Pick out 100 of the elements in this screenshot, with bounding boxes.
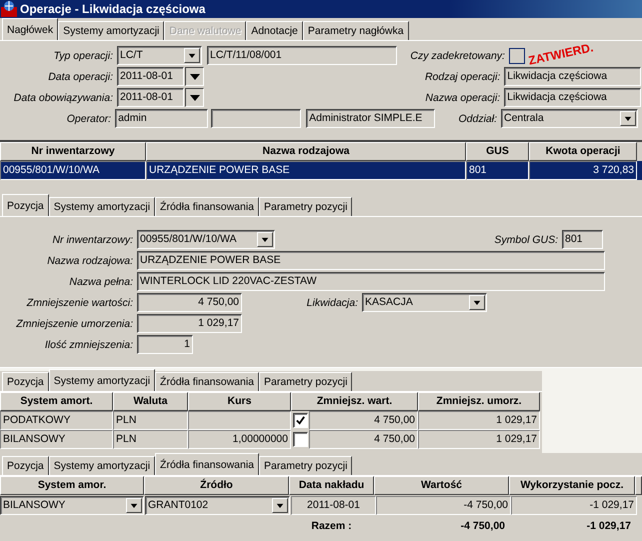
quantity-field[interactable]: 1 <box>137 335 193 354</box>
combo-box[interactable]: KASACJA <box>362 293 487 312</box>
table-cell: 1 029,17 <box>418 430 540 449</box>
calendar-button[interactable] <box>185 67 204 86</box>
tab[interactable]: Systemy amortyzacji <box>48 456 156 475</box>
table-cell: PLN <box>113 411 188 430</box>
date-field[interactable]: 2011-08-01 <box>117 67 184 86</box>
app-icon <box>1 1 17 17</box>
totals-label: Razem : <box>311 520 352 532</box>
field-label: Nr inwentarzowy: <box>51 234 134 246</box>
tab[interactable]: Nagłówek <box>2 18 58 40</box>
column-header[interactable]: Wykorzystanie pocz. <box>509 476 635 495</box>
table-cell: 801 <box>466 161 529 180</box>
checkbox[interactable] <box>292 432 308 447</box>
column-header[interactable]: System amort. <box>0 392 113 411</box>
table-cell: PODATKOWY <box>0 411 113 430</box>
tab[interactable]: Systemy amortyzacji <box>48 197 156 216</box>
tab[interactable]: Parametry pozycji <box>259 372 352 391</box>
column-header[interactable]: Wartość <box>374 476 509 495</box>
field-label: Nazwa operacji: <box>425 92 502 104</box>
combo-box[interactable]: Centrala <box>501 109 638 128</box>
checkbox[interactable] <box>508 48 525 64</box>
table-cell: 00955/801/W/10/WA <box>0 161 146 180</box>
table-cell: -4 750,00 <box>376 496 511 515</box>
table-cell: 1,00000000 <box>188 430 291 449</box>
caret-icon <box>469 295 485 310</box>
field-label: Zmniejszenie wartości: <box>26 296 134 308</box>
tab[interactable]: Pozycja <box>2 194 49 216</box>
column-header[interactable]: Nr inwentarzowy <box>0 142 146 161</box>
table-row[interactable]: 00955/801/W/10/WA URZĄDZENIE POWER BASE 801 3 720,83 <box>0 161 642 180</box>
caret-icon <box>620 111 636 126</box>
table-cell: 4 750,00 <box>309 430 418 449</box>
table-cell: PLN <box>113 430 188 449</box>
text-field[interactable]: URZĄDZENIE POWER BASE <box>137 251 605 270</box>
text-field[interactable]: Administrator SIMPLE.E <box>306 109 435 128</box>
combo-box[interactable]: BILANSOWY <box>0 496 144 515</box>
column-header[interactable]: Zmniejsz. wart. <box>291 392 418 411</box>
total-value: -4 750,00 <box>460 520 506 532</box>
column-header[interactable]: Kurs <box>188 392 291 411</box>
column-header[interactable] <box>635 476 642 495</box>
text-field[interactable]: Likwidacja częściowa <box>504 88 642 107</box>
field-label: Oddział: <box>457 112 498 124</box>
field-label: Ilość zmniejszenia: <box>44 338 134 350</box>
amount-field[interactable]: 4 750,00 <box>137 293 242 312</box>
caret-icon <box>272 498 288 513</box>
field-label: Typ operacji: <box>52 50 114 62</box>
field-label: Operator: <box>66 112 112 124</box>
field-label: Data operacji: <box>47 70 114 82</box>
field-label: Symbol GUS: <box>493 234 559 246</box>
field-label: Likwidacja: <box>306 296 359 308</box>
checkbox[interactable] <box>292 413 308 428</box>
column-header[interactable]: Źródło <box>144 476 289 495</box>
column-header[interactable]: Data nakładu <box>289 476 374 495</box>
stamp-text: ZATWIERD. <box>527 40 594 68</box>
tab[interactable]: Systemy amortyzacji <box>48 369 156 391</box>
table-cell: 1 029,17 <box>418 411 540 430</box>
date-field[interactable]: 2011-08-01 <box>117 88 184 107</box>
column-header[interactable]: Waluta <box>113 392 188 411</box>
text-field[interactable] <box>210 109 302 128</box>
field-label: Nazwa rodzajowa: <box>46 254 134 266</box>
column-header[interactable]: System amor. <box>0 476 144 495</box>
window-title: Operacje - Likwidacja częściowa <box>20 2 206 16</box>
caret-icon <box>257 232 273 247</box>
column-header[interactable]: GUS <box>466 142 529 161</box>
field-label: Zmniejszenie umorzenia: <box>15 318 134 330</box>
column-header[interactable]: Zmniejsz. umorz. <box>418 392 540 411</box>
tab[interactable]: Źródła finansowania <box>155 372 260 391</box>
combo-box[interactable]: LC/T <box>117 46 202 65</box>
caret-icon <box>126 498 142 513</box>
table-cell: 3 720,83 <box>529 161 637 180</box>
tab[interactable]: Źródła finansowania <box>155 197 260 216</box>
total-value: -1 029,17 <box>586 520 632 532</box>
tab[interactable]: Systemy amortyzacji <box>58 21 164 40</box>
field-label: Czy zadekretowany: <box>410 50 506 62</box>
text-field[interactable]: admin <box>115 109 208 128</box>
field-label: Nazwa pełna: <box>68 276 134 288</box>
table-cell: URZĄDZENIE POWER BASE <box>146 161 466 180</box>
combo-box[interactable]: 00955/801/W/10/WA <box>137 230 275 249</box>
tab[interactable]: Parametry pozycji <box>259 197 352 216</box>
tab[interactable]: Adnotacje <box>246 21 303 40</box>
combo-box[interactable]: GRANT0102 <box>145 496 290 515</box>
field-label: Rodzaj operacji: <box>424 70 502 82</box>
text-field[interactable]: 801 <box>562 230 603 249</box>
tab[interactable]: Pozycja <box>2 372 49 391</box>
column-header[interactable]: Nazwa rodzajowa <box>146 142 466 161</box>
table-cell: 4 750,00 <box>309 411 418 430</box>
table-cell: 2011-08-01 <box>291 496 376 515</box>
column-header[interactable]: Kwota operacji <box>529 142 637 161</box>
table-cell: BILANSOWY <box>0 430 113 449</box>
tab[interactable]: Źródła finansowania <box>155 453 260 475</box>
text-field[interactable]: LC/T/11/08/001 <box>207 46 397 65</box>
tab[interactable]: Parametry nagłówka <box>302 21 409 40</box>
amount-field[interactable]: 1 029,17 <box>137 314 242 333</box>
tab[interactable]: Parametry pozycji <box>259 456 352 475</box>
text-field[interactable]: WINTERLOCK LID 220VAC-ZESTAW <box>137 272 605 291</box>
table-cell: -1 029,17 <box>511 496 637 515</box>
calendar-button[interactable] <box>185 88 204 107</box>
tab[interactable]: Pozycja <box>2 456 49 475</box>
text-field[interactable]: Likwidacja częściowa <box>504 67 642 86</box>
caret-icon <box>184 48 200 63</box>
